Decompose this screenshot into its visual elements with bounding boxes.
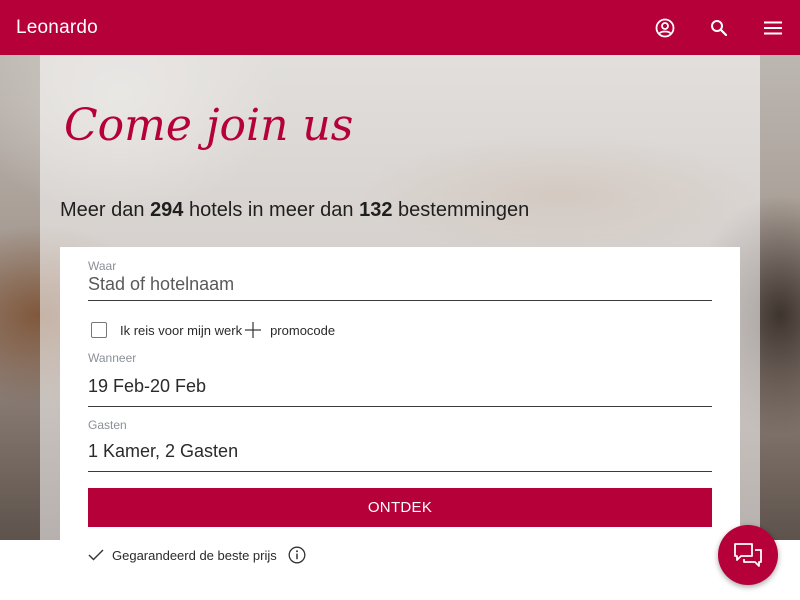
- chat-button[interactable]: [718, 525, 778, 585]
- menu-icon: [764, 21, 782, 34]
- account-button[interactable]: [638, 0, 692, 55]
- top-bar: Leonardo: [0, 0, 800, 55]
- discover-button[interactable]: ONTDEK: [88, 488, 712, 527]
- guarantee-label: Gegarandeerd de beste prijs: [112, 547, 277, 563]
- check-icon: [88, 549, 104, 561]
- svg-text:Come join us: Come join us: [64, 100, 353, 151]
- destinations-count: 132: [359, 199, 393, 221]
- search-button[interactable]: [692, 0, 746, 55]
- best-price-guarantee: Gegarandeerd de beste prijs: [88, 546, 306, 564]
- where-label: Waar: [88, 259, 117, 273]
- chat-icon: [734, 543, 762, 567]
- plus-icon[interactable]: [244, 321, 262, 339]
- work-trip-checkbox[interactable]: [91, 322, 107, 338]
- info-icon[interactable]: [288, 546, 306, 564]
- where-field[interactable]: Waar Stad of hotelnaam: [88, 259, 712, 301]
- account-icon: [655, 18, 675, 37]
- tagline: Meer dan 294 hotels in meer dan 132 best…: [60, 199, 530, 221]
- hotels-count: 294: [150, 199, 184, 221]
- work-trip-label[interactable]: Ik reis voor mijn werk: [120, 323, 242, 338]
- work-trip-row: Ik reis voor mijn werk promocode: [91, 321, 335, 339]
- date-range-value[interactable]: 19 Feb-20 Feb: [88, 376, 712, 397]
- search-icon: [711, 19, 728, 36]
- guests-label: Gasten: [88, 418, 127, 432]
- when-field[interactable]: Wanneer 19 Feb-20 Feb: [88, 351, 712, 407]
- where-input[interactable]: Stad of hotelnaam: [88, 274, 712, 295]
- when-label: Wanneer: [88, 351, 137, 365]
- script-heading: Come join us: [64, 100, 353, 151]
- promocode-link[interactable]: promocode: [270, 323, 335, 338]
- guests-value[interactable]: 1 Kamer, 2 Gasten: [88, 441, 712, 462]
- brand-logo[interactable]: Leonardo: [16, 17, 98, 39]
- top-icons: [638, 0, 800, 55]
- menu-button[interactable]: [746, 0, 800, 55]
- guests-field[interactable]: Gasten 1 Kamer, 2 Gasten: [88, 418, 712, 472]
- search-form: Waar Stad of hotelnaam Ik reis voor mijn…: [60, 247, 740, 600]
